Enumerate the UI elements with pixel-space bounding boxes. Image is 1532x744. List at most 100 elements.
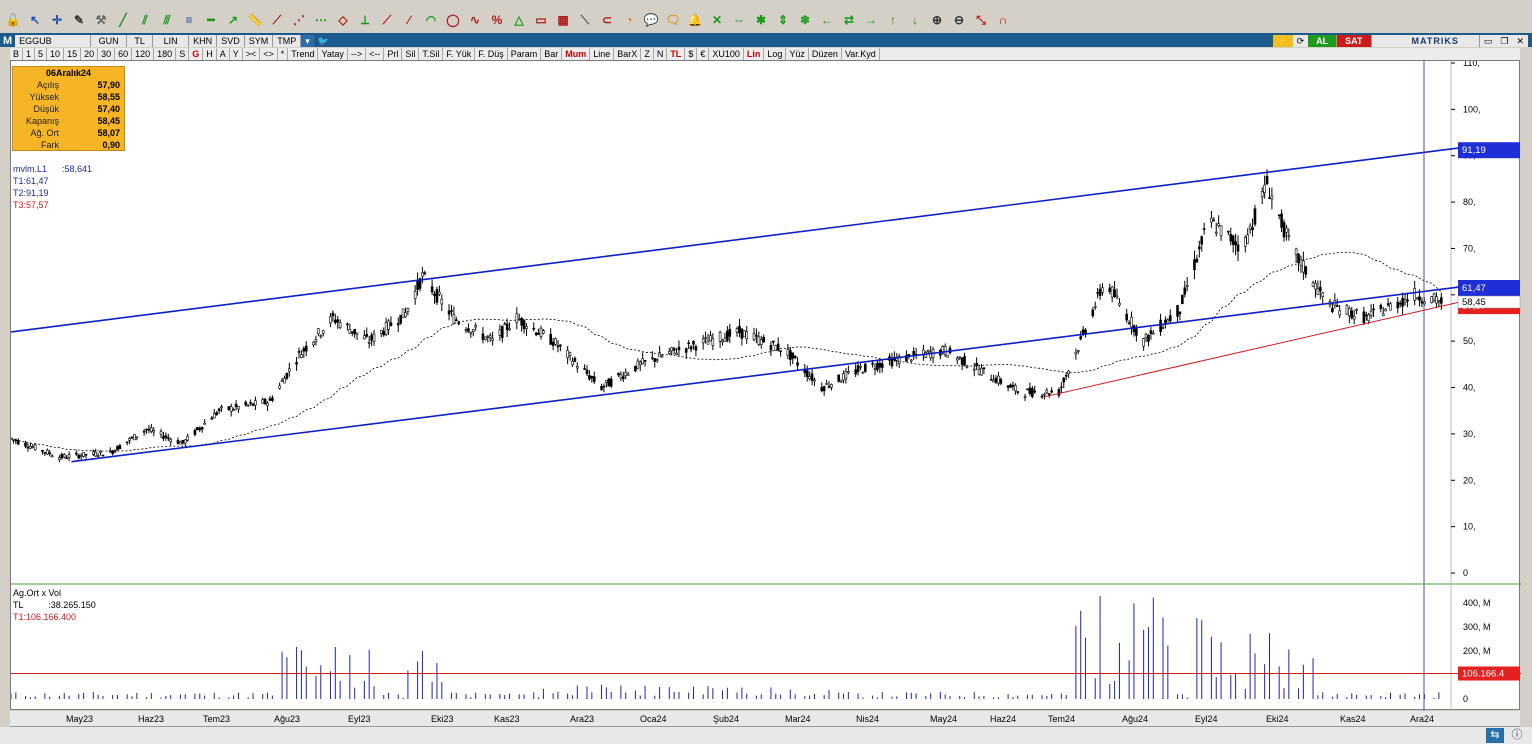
option-39[interactable]: Log [764,48,787,60]
option-21[interactable]: <-- [366,48,385,60]
cursor-arrow-icon[interactable]: ↖ [24,9,46,31]
zoom-in-icon[interactable]: ⊕ [926,9,948,31]
magnet-icon[interactable]: ⊂ [596,9,618,31]
option-37[interactable]: XU100 [709,48,744,60]
option-7[interactable]: 60 [115,48,133,60]
buy-button[interactable]: AL [1308,34,1338,47]
option-20[interactable]: --> [348,48,367,60]
khn-button[interactable]: KHN [189,34,218,47]
speed-lines-icon[interactable]: ⟋ [376,9,398,31]
option-40[interactable]: Yüz [786,48,809,60]
horizontal-scrollbar[interactable]: ⇆ ⓘ [0,727,1532,744]
currency-field[interactable]: TL [127,34,154,47]
symbol-field[interactable]: EGGUB [15,34,92,47]
percent-icon[interactable]: % [486,9,508,31]
snowflake-icon[interactable]: ❄ [794,9,816,31]
option-19[interactable]: Yatay [318,48,348,60]
sym-button[interactable]: SYM [244,34,274,47]
option-30[interactable]: Line [590,48,615,60]
regression-icon[interactable]: ∕ [398,9,420,31]
option-16[interactable]: <> [260,48,278,60]
option-11[interactable]: G [189,48,204,60]
crosshair-icon[interactable]: ✛ [46,9,68,31]
zoom-out-icon[interactable]: ⊖ [948,9,970,31]
option-35[interactable]: $ [685,48,698,60]
grid-icon[interactable]: ▦ [552,9,574,31]
option-32[interactable]: Z [641,48,654,60]
bell-icon[interactable]: 🔔 [684,9,706,31]
option-22[interactable]: Prl [384,48,403,60]
option-4[interactable]: 15 [64,48,82,60]
chart-svg[interactable]: 110,100,90,80,70,60,50,40,30,20,10,0400,… [11,61,1521,711]
option-34[interactable]: TL [667,48,686,60]
channel-icon[interactable]: ⫻ [156,9,178,31]
pencil-icon[interactable]: ✎ [68,9,90,31]
option-26[interactable]: F. Düş [475,48,508,60]
gann-icon[interactable]: ◇ [332,9,354,31]
shrink-icon[interactable]: ⤡ [970,9,992,31]
magnet-red-icon[interactable]: ∩ [992,9,1014,31]
green-line-icon[interactable]: ╱ [112,9,134,31]
option-5[interactable]: 20 [81,48,99,60]
arrow-down-icon[interactable]: ↓ [904,9,926,31]
option-31[interactable]: BarX [614,48,642,60]
arrow-right-left-icon[interactable]: ⇄ [838,9,860,31]
fibonacci-fan-icon[interactable]: ⟋ [266,9,288,31]
option-1[interactable]: 1 [23,48,36,60]
sync-icon[interactable]: ⇆ [1486,728,1504,743]
zoom-y-icon[interactable]: ✱ [750,9,772,31]
option-2[interactable]: 5 [35,48,48,60]
info-icon[interactable]: ⓘ [1508,728,1526,743]
option-23[interactable]: Sil [402,48,420,60]
option-18[interactable]: Trend [288,48,319,60]
fibonacci-arc-icon[interactable]: ◠ [420,9,442,31]
elliott-icon[interactable]: ∿ [464,9,486,31]
tmp-button[interactable]: TMP [273,34,302,47]
fibonacci-ret-icon[interactable]: ⋯ [310,9,332,31]
option-17[interactable]: * [278,48,289,60]
option-24[interactable]: T.Sil [419,48,444,60]
arrow-right-icon[interactable]: → [860,9,882,31]
chat-icon[interactable]: 🗨 [662,9,684,31]
chart-area[interactable]: 110,100,90,80,70,60,50,40,30,20,10,0400,… [10,60,1521,711]
equal-lines-icon[interactable]: ≡ [178,9,200,31]
speech-icon[interactable]: 💬 [640,9,662,31]
flash-icon[interactable]: ⚡ [1273,34,1293,47]
option-12[interactable]: H [203,48,217,60]
svd-button[interactable]: SVD [217,34,245,47]
option-15[interactable]: >< [243,48,261,60]
twitter-icon[interactable]: 🐦 [313,34,333,47]
zoom-vertical-icon[interactable]: ⇕ [772,9,794,31]
arrow-left-icon[interactable]: ← [816,9,838,31]
option-36[interactable]: € [697,48,710,60]
option-38[interactable]: Lin [744,48,765,60]
diagonal-icon[interactable]: ⟍ [574,9,596,31]
option-10[interactable]: S [176,48,190,60]
horizontal-line-icon[interactable]: ━ [200,9,222,31]
option-6[interactable]: 30 [98,48,116,60]
close-icon[interactable]: ✕ [1512,34,1528,47]
scale-field[interactable]: LIN [153,34,190,47]
lock-open-icon[interactable]: 🔓 [2,9,24,31]
cycle-icon[interactable]: ◯ [442,9,464,31]
refresh-icon[interactable]: ⟳ [1292,34,1309,47]
fibonacci-icon[interactable]: ⋰ [288,9,310,31]
box-icon[interactable]: ▭ [530,9,552,31]
option-13[interactable]: A [217,48,230,60]
option-25[interactable]: F. Yük [443,48,476,60]
arrow-line-icon[interactable]: ↗ [222,9,244,31]
m-logo[interactable]: M [0,34,16,47]
pie-icon[interactable]: ◔ [618,9,640,31]
arrow-up-icon[interactable]: ↑ [882,9,904,31]
restore-icon[interactable]: ❐ [1496,34,1513,47]
zoom-x-icon[interactable]: ✕ [706,9,728,31]
minimize-icon[interactable]: ▭ [1479,34,1497,47]
ruler-icon[interactable]: 📏 [244,9,266,31]
option-33[interactable]: N [654,48,668,60]
triangle-icon[interactable]: △ [508,9,530,31]
zoom-fit-icon[interactable]: ⇔ [728,9,750,31]
dropdown-icon[interactable]: ▾ [301,34,314,47]
option-27[interactable]: Param [508,48,542,60]
option-8[interactable]: 120 [132,48,155,60]
sell-button[interactable]: SAT [1337,34,1372,47]
